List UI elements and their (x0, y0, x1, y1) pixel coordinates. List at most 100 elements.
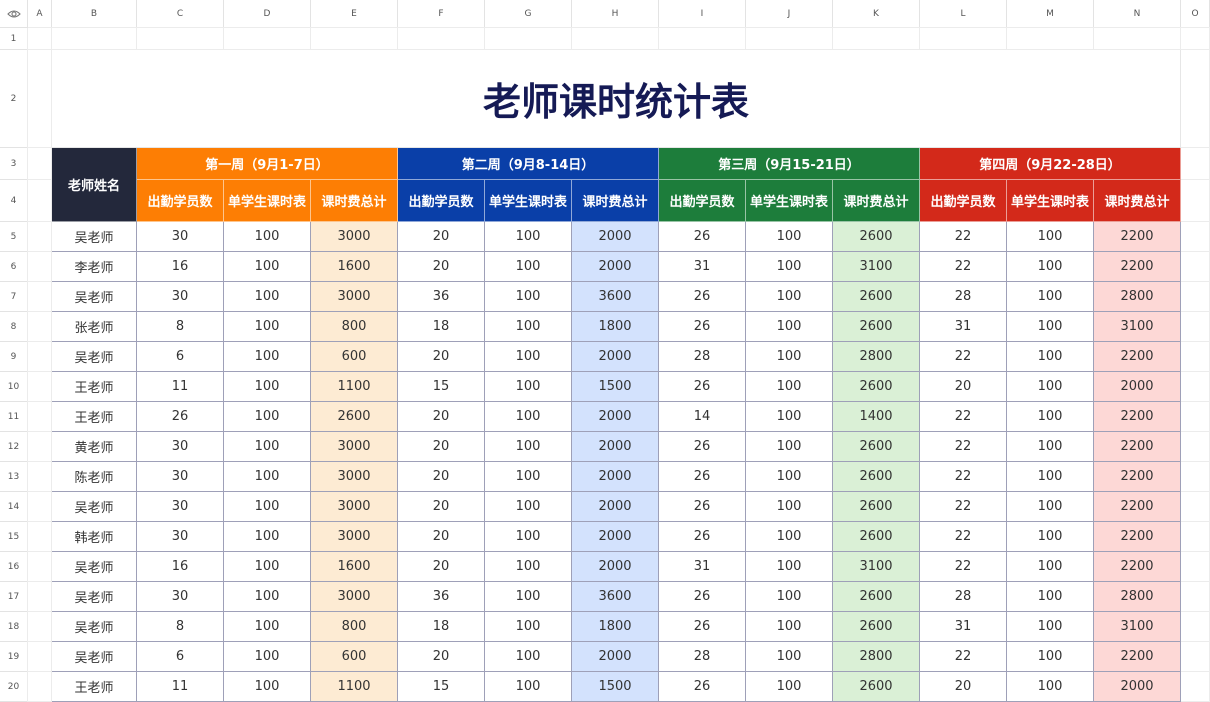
fee-total-cell[interactable]: 2600 (833, 432, 920, 462)
sub-header-week3-2[interactable]: 单学生课时表 (746, 180, 833, 222)
fee-total-cell[interactable]: 1100 (311, 672, 398, 702)
row-header-7[interactable]: 7 (0, 282, 28, 312)
attendance-cell[interactable]: 20 (398, 642, 485, 672)
sub-header-week1-3[interactable]: 课时费总计 (311, 180, 398, 222)
fee-total-cell[interactable]: 2600 (833, 282, 920, 312)
fee-total-cell[interactable]: 2800 (833, 642, 920, 672)
fee-total-cell[interactable]: 2200 (1094, 402, 1181, 432)
row-header-10[interactable]: 10 (0, 372, 28, 402)
fee-total-cell[interactable]: 2000 (572, 522, 659, 552)
column-header-L[interactable]: L (920, 0, 1007, 28)
row-header-17[interactable]: 17 (0, 582, 28, 612)
fee-total-cell[interactable]: 1100 (311, 372, 398, 402)
row-header-4[interactable]: 4 (0, 180, 28, 222)
fee-total-cell[interactable]: 3000 (311, 492, 398, 522)
attendance-cell[interactable]: 26 (659, 582, 746, 612)
hours-cell[interactable]: 100 (224, 612, 311, 642)
week-header-4[interactable]: 第四周（9月22-28日） (920, 148, 1181, 180)
fee-total-cell[interactable]: 2200 (1094, 252, 1181, 282)
hours-cell[interactable]: 100 (1007, 552, 1094, 582)
teacher-name-cell[interactable]: 吴老师 (52, 582, 137, 612)
attendance-cell[interactable]: 36 (398, 582, 485, 612)
fee-total-cell[interactable]: 2200 (1094, 642, 1181, 672)
fee-total-cell[interactable]: 2600 (833, 222, 920, 252)
hours-cell[interactable]: 100 (224, 402, 311, 432)
fee-total-cell[interactable]: 2200 (1094, 492, 1181, 522)
attendance-cell[interactable]: 22 (920, 402, 1007, 432)
hours-cell[interactable]: 100 (746, 402, 833, 432)
column-header-J[interactable]: J (746, 0, 833, 28)
attendance-cell[interactable]: 22 (920, 462, 1007, 492)
attendance-cell[interactable]: 26 (659, 522, 746, 552)
column-header-G[interactable]: G (485, 0, 572, 28)
hours-cell[interactable]: 100 (224, 252, 311, 282)
fee-total-cell[interactable]: 2000 (572, 402, 659, 432)
hours-cell[interactable]: 100 (1007, 642, 1094, 672)
hours-cell[interactable]: 100 (1007, 372, 1094, 402)
row-header-13[interactable]: 13 (0, 462, 28, 492)
fee-total-cell[interactable]: 2800 (1094, 282, 1181, 312)
attendance-cell[interactable]: 26 (659, 492, 746, 522)
hours-cell[interactable]: 100 (485, 222, 572, 252)
fee-total-cell[interactable]: 1800 (572, 312, 659, 342)
fee-total-cell[interactable]: 2000 (572, 342, 659, 372)
column-header-K[interactable]: K (833, 0, 920, 28)
fee-total-cell[interactable]: 2000 (1094, 672, 1181, 702)
fee-total-cell[interactable]: 2200 (1094, 552, 1181, 582)
attendance-cell[interactable]: 26 (659, 312, 746, 342)
hours-cell[interactable]: 100 (1007, 492, 1094, 522)
fee-total-cell[interactable]: 3000 (311, 582, 398, 612)
column-header-O[interactable]: O (1181, 0, 1210, 28)
attendance-cell[interactable]: 11 (137, 672, 224, 702)
attendance-cell[interactable]: 11 (137, 372, 224, 402)
fee-total-cell[interactable]: 2200 (1094, 462, 1181, 492)
fee-total-cell[interactable]: 2600 (833, 522, 920, 552)
attendance-cell[interactable]: 22 (920, 252, 1007, 282)
fee-total-cell[interactable]: 2200 (1094, 432, 1181, 462)
hours-cell[interactable]: 100 (224, 432, 311, 462)
teacher-name-cell[interactable]: 吴老师 (52, 282, 137, 312)
hours-cell[interactable]: 100 (224, 282, 311, 312)
row-header-12[interactable]: 12 (0, 432, 28, 462)
hours-cell[interactable]: 100 (485, 462, 572, 492)
hours-cell[interactable]: 100 (746, 522, 833, 552)
sub-header-week4-3[interactable]: 课时费总计 (1094, 180, 1181, 222)
sub-header-week4-1[interactable]: 出勤学员数 (920, 180, 1007, 222)
fee-total-cell[interactable]: 3600 (572, 282, 659, 312)
hours-cell[interactable]: 100 (1007, 462, 1094, 492)
fee-total-cell[interactable]: 2800 (833, 342, 920, 372)
attendance-cell[interactable]: 26 (659, 462, 746, 492)
hours-cell[interactable]: 100 (746, 462, 833, 492)
attendance-cell[interactable]: 31 (659, 552, 746, 582)
hours-cell[interactable]: 100 (485, 672, 572, 702)
hours-cell[interactable]: 100 (746, 552, 833, 582)
teacher-name-cell[interactable]: 吴老师 (52, 492, 137, 522)
teacher-name-cell[interactable]: 李老师 (52, 252, 137, 282)
fee-total-cell[interactable]: 800 (311, 312, 398, 342)
attendance-cell[interactable]: 20 (398, 492, 485, 522)
attendance-cell[interactable]: 16 (137, 552, 224, 582)
attendance-cell[interactable]: 6 (137, 642, 224, 672)
attendance-cell[interactable]: 30 (137, 462, 224, 492)
fee-total-cell[interactable]: 1500 (572, 672, 659, 702)
row-header-5[interactable]: 5 (0, 222, 28, 252)
hours-cell[interactable]: 100 (1007, 222, 1094, 252)
attendance-cell[interactable]: 28 (659, 342, 746, 372)
fee-total-cell[interactable]: 2000 (572, 252, 659, 282)
attendance-cell[interactable]: 18 (398, 312, 485, 342)
hours-cell[interactable]: 100 (485, 312, 572, 342)
teacher-name-cell[interactable]: 王老师 (52, 672, 137, 702)
sub-header-week2-2[interactable]: 单学生课时表 (485, 180, 572, 222)
fee-total-cell[interactable]: 2600 (833, 582, 920, 612)
attendance-cell[interactable]: 20 (398, 222, 485, 252)
fee-total-cell[interactable]: 2000 (1094, 372, 1181, 402)
fee-total-cell[interactable]: 2600 (833, 672, 920, 702)
sub-header-week1-2[interactable]: 单学生课时表 (224, 180, 311, 222)
attendance-cell[interactable]: 22 (920, 342, 1007, 372)
row-header-1[interactable]: 1 (0, 28, 28, 50)
attendance-cell[interactable]: 15 (398, 372, 485, 402)
teacher-name-cell[interactable]: 王老师 (52, 372, 137, 402)
attendance-cell[interactable]: 20 (398, 552, 485, 582)
week-header-2[interactable]: 第二周（9月8-14日） (398, 148, 659, 180)
teacher-name-cell[interactable]: 吴老师 (52, 222, 137, 252)
